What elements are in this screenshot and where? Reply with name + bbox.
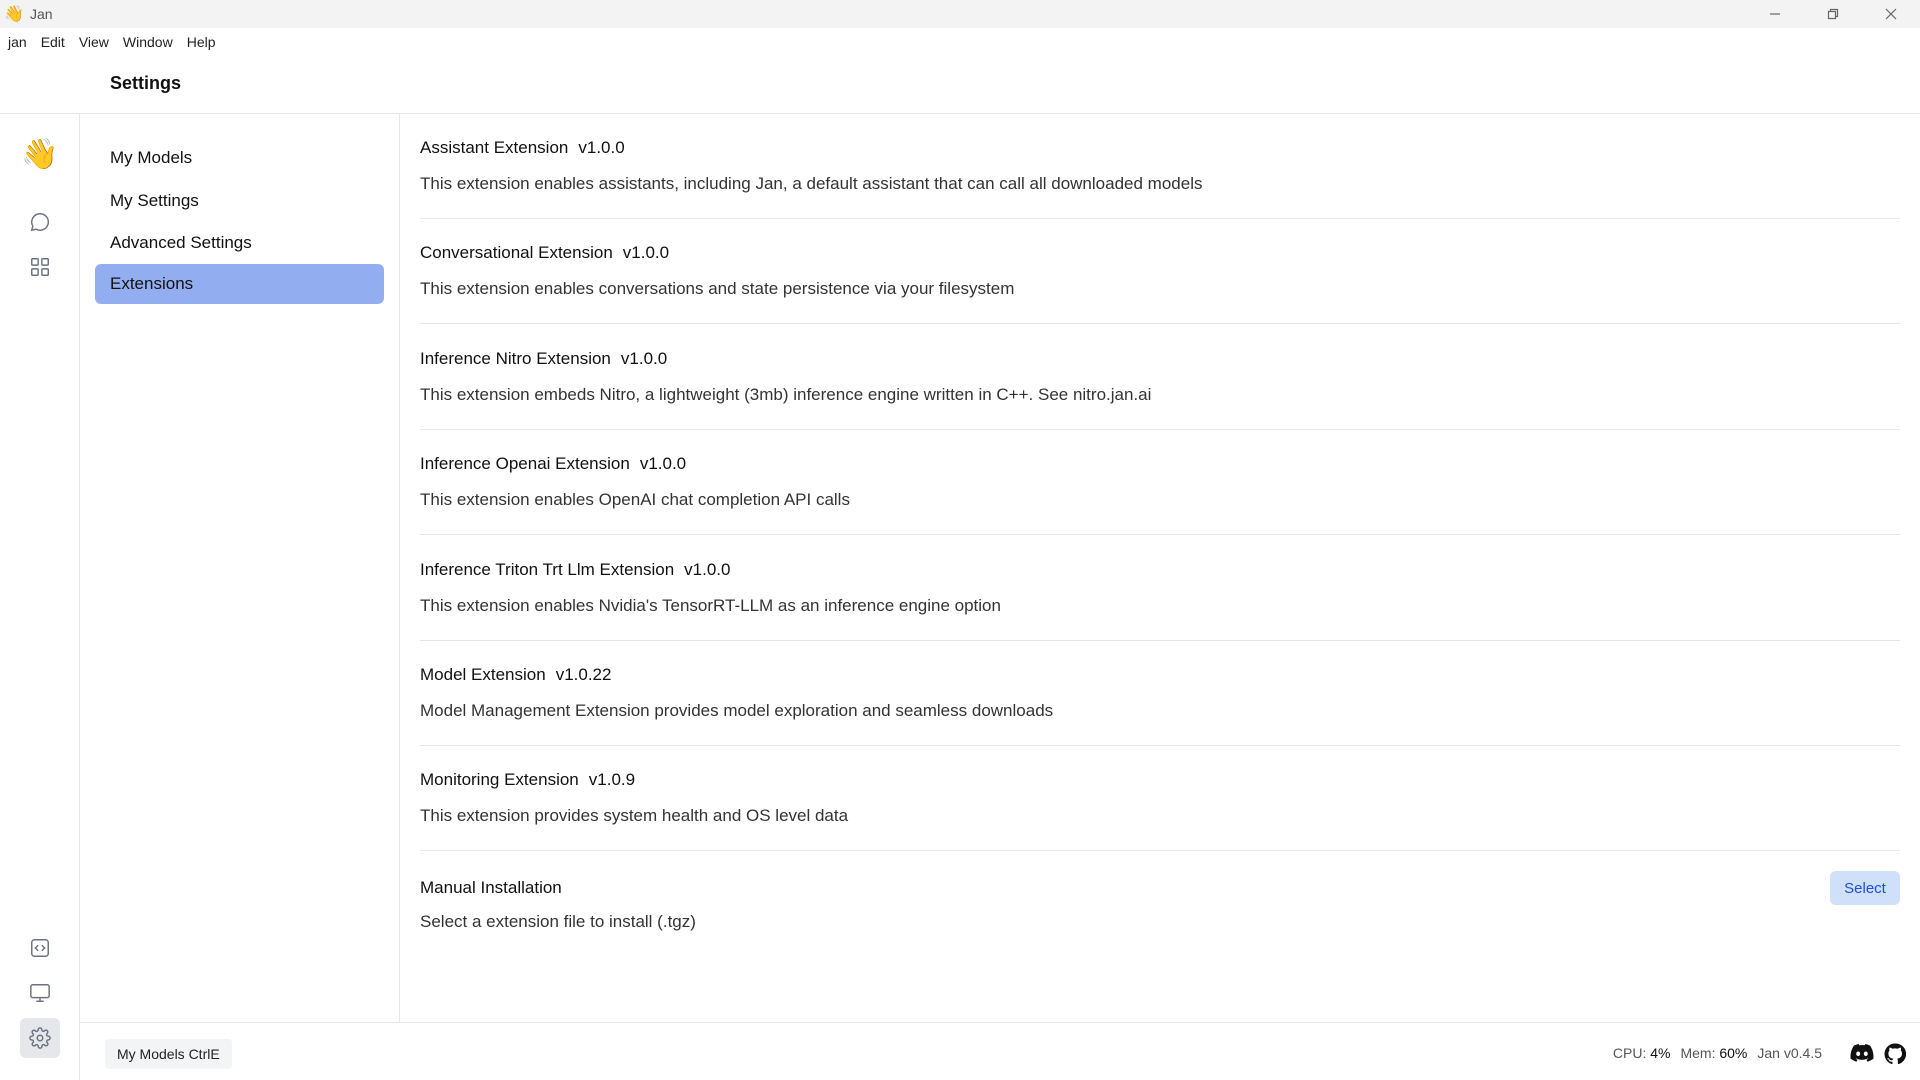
extensions-list: Assistant Extension v1.0.0 This extensio… xyxy=(400,114,1920,1022)
local-api-button[interactable] xyxy=(20,928,60,968)
left-rail: 👋 xyxy=(0,114,80,1080)
page-header: Settings xyxy=(0,56,1920,114)
cpu-label: CPU: xyxy=(1612,1045,1647,1061)
hub-button[interactable] xyxy=(20,247,60,287)
menu-window[interactable]: Window xyxy=(116,34,180,50)
apps-grid-icon xyxy=(31,258,49,276)
github-icon[interactable] xyxy=(1884,1043,1906,1065)
restore-button[interactable] xyxy=(1804,0,1862,28)
extension-name: Assistant Extension xyxy=(420,138,569,157)
minimize-button[interactable] xyxy=(1746,0,1804,28)
settings-button[interactable] xyxy=(20,1018,60,1058)
title-bar: 👋 Jan xyxy=(0,0,1920,28)
extension-version: v1.0.0 xyxy=(622,243,670,262)
page-title: Settings xyxy=(110,73,182,93)
extension-description: This extension provides system health an… xyxy=(420,806,849,825)
extension-item: Conversational Extension v1.0.0 This ext… xyxy=(420,219,1900,324)
extension-version: v1.0.22 xyxy=(555,665,612,684)
extension-description: This extension embeds Nitro, a lightweig… xyxy=(420,385,1152,404)
chat-button[interactable] xyxy=(20,202,60,242)
system-monitor-button[interactable] xyxy=(20,973,60,1013)
minimize-icon xyxy=(1770,13,1780,15)
extension-version: v1.0.9 xyxy=(588,770,636,789)
close-button[interactable] xyxy=(1862,0,1920,28)
extension-description: This extension enables Nvidia's TensorRT… xyxy=(420,596,1001,615)
app-icon: 👋 xyxy=(4,6,24,23)
code-icon xyxy=(31,939,49,957)
sidebar-item-extensions[interactable]: Extensions xyxy=(95,264,384,304)
window-controls xyxy=(1746,0,1920,28)
sidebar-item-advanced-settings[interactable]: Advanced Settings xyxy=(95,223,384,263)
mem-value: 60% xyxy=(1719,1045,1748,1061)
extension-version: v1.0.0 xyxy=(578,138,625,157)
extension-item: Inference Triton Trt Llm Extension v1.0.… xyxy=(420,536,1900,641)
extension-name: Inference Openai Extension xyxy=(420,454,630,473)
extension-item: Model Extension v1.0.22 Model Management… xyxy=(420,641,1900,746)
extension-description: This extension enables assistants, inclu… xyxy=(420,174,1203,193)
sidebar-item-my-settings[interactable]: My Settings xyxy=(95,181,384,221)
settings-sidebar: My Models My Settings Advanced Settings … xyxy=(80,114,400,1022)
extension-item: Inference Openai Extension v1.0.0 This e… xyxy=(420,430,1900,535)
menu-help[interactable]: Help xyxy=(180,34,223,50)
gear-icon xyxy=(29,1027,51,1049)
menu-bar: jan Edit View Window Help xyxy=(0,28,1920,56)
my-models-shortcut-button[interactable]: My Models CtrlE xyxy=(105,1039,232,1069)
menu-jan[interactable]: jan xyxy=(0,34,34,50)
extension-name: Conversational Extension xyxy=(420,243,613,262)
discord-icon[interactable] xyxy=(1850,1043,1874,1063)
extension-version: v1.0.0 xyxy=(620,349,668,368)
status-bar: My Models CtrlE CPU: 4% Mem: 60% Jan v0.… xyxy=(80,1022,1920,1080)
jan-logo-button[interactable]: 👋 xyxy=(20,134,60,174)
extension-item: Inference Nitro Extension v1.0.0 This ex… xyxy=(420,325,1900,430)
extension-name: Model Extension xyxy=(420,665,546,684)
extension-version: v1.0.0 xyxy=(684,560,731,579)
monitor-icon xyxy=(30,984,50,1002)
wave-logo-icon: 👋 xyxy=(21,137,59,171)
manual-installation-title: Manual Installation xyxy=(420,878,562,897)
extension-item: Monitoring Extension v1.0.9 This extensi… xyxy=(420,746,1900,851)
extension-description: This extension enables conversations and… xyxy=(420,279,1015,298)
memory-usage: Mem: 60% xyxy=(1680,1045,1747,1061)
window-title: Jan xyxy=(30,6,53,22)
chat-icon xyxy=(30,213,50,232)
restore-icon xyxy=(1827,8,1839,20)
app-version: Jan v0.4.5 xyxy=(1757,1045,1822,1061)
cpu-value: 4% xyxy=(1650,1045,1671,1061)
manual-installation-description: Select a extension file to install (.tgz… xyxy=(420,912,696,931)
extension-description: This extension enables OpenAI chat compl… xyxy=(420,490,850,509)
extension-name: Monitoring Extension xyxy=(420,770,579,789)
select-file-button[interactable]: Select xyxy=(1830,871,1900,905)
menu-edit[interactable]: Edit xyxy=(34,34,72,50)
system-status: CPU: 4% Mem: 60% Jan v0.4.5 xyxy=(1613,1045,1822,1061)
sidebar-item-my-models[interactable]: My Models xyxy=(95,138,384,178)
mem-label: Mem: xyxy=(1680,1045,1716,1061)
manual-installation-section: Manual Installation Select a extension f… xyxy=(420,852,1900,932)
cpu-usage: CPU: 4% xyxy=(1613,1045,1671,1061)
close-icon xyxy=(1885,8,1897,20)
extension-version: v1.0.0 xyxy=(639,454,687,473)
extension-name: Inference Triton Trt Llm Extension xyxy=(420,560,675,579)
menu-view[interactable]: View xyxy=(72,34,116,50)
extension-description: Model Management Extension provides mode… xyxy=(420,701,1054,720)
extension-item: Assistant Extension v1.0.0 This extensio… xyxy=(420,114,1900,219)
extension-name: Inference Nitro Extension xyxy=(420,349,611,368)
